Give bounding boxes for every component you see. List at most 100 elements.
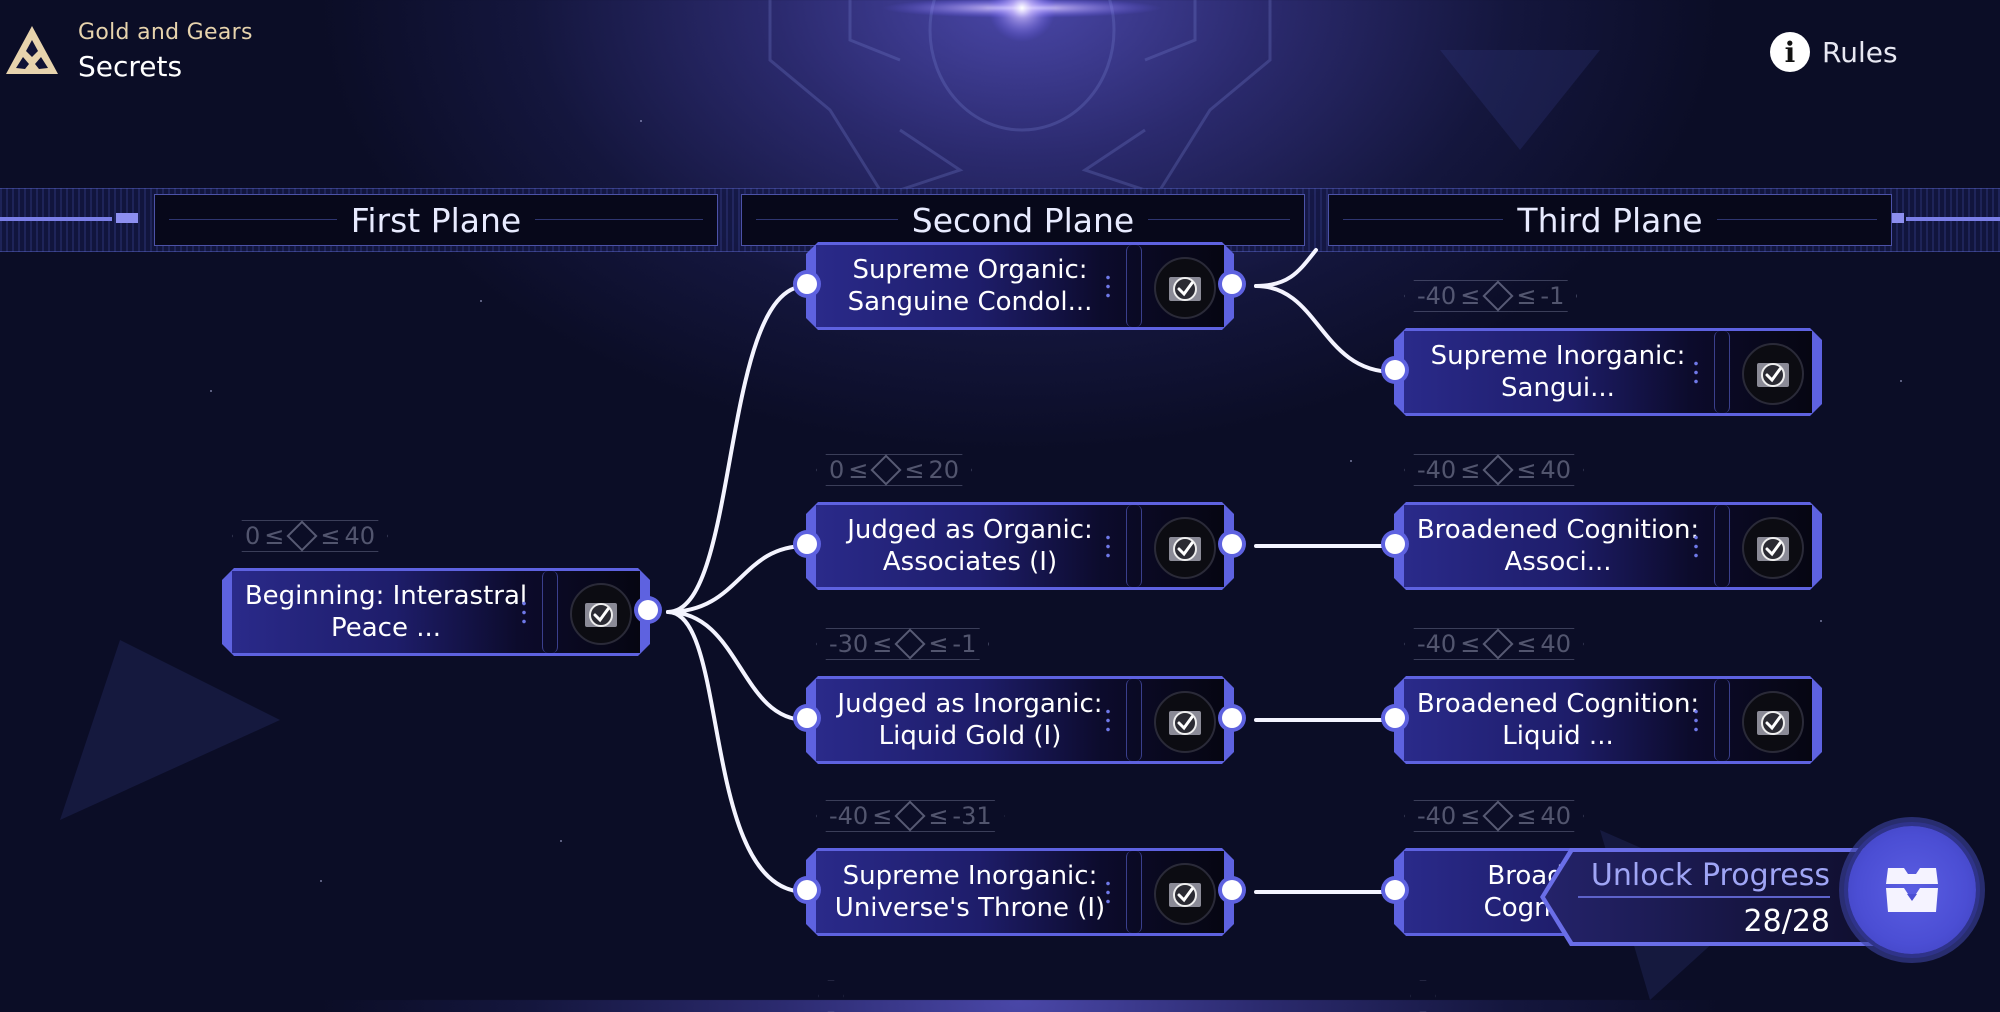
secret-node-broadened-liquid[interactable]: Broadened Cognition: Liquid ... [1385, 676, 1822, 764]
gem-icon [1483, 280, 1514, 311]
condition-symbol: ≤ [320, 522, 341, 550]
condition-max: 20 [928, 456, 960, 484]
node-body: Judged as Inorganic: Liquid Gold (I) [816, 679, 1224, 761]
more-dots-icon [1694, 359, 1698, 385]
claim-chest-button[interactable] [1848, 826, 1976, 954]
connector [666, 544, 808, 614]
band-left-nub [116, 213, 138, 223]
plane-header-first: First Plane [154, 194, 718, 246]
condition-symbol: ≤ [928, 802, 949, 830]
condition-max: -31 [952, 802, 992, 830]
input-port [797, 274, 817, 294]
plane-label: Third Plane [1503, 200, 1717, 240]
condition-symbol: ≤ [872, 802, 893, 830]
connector [666, 610, 808, 894]
condition-symbol: ≤ [1460, 282, 1481, 310]
node-divider [1126, 505, 1142, 587]
reward-claimed-button[interactable] [1154, 691, 1216, 753]
node-divider [1126, 851, 1142, 933]
secret-node-judged-organic[interactable]: Judged as Organic: Associates (I) [797, 502, 1242, 590]
more-dots-icon [1106, 273, 1110, 299]
progress-label: Unlock Progress [1590, 858, 1830, 893]
progress-divider [1578, 896, 1830, 898]
claimed-check-icon [1757, 537, 1789, 561]
info-icon: i [1770, 32, 1810, 72]
condition-min: -40 [1417, 630, 1457, 658]
reward-claimed-button[interactable] [1742, 343, 1804, 405]
reward-claimed-button[interactable] [1154, 257, 1216, 319]
node-title[interactable]: Beginning: Interastral Peace ... [238, 571, 534, 653]
reward-claimed-button[interactable] [1154, 863, 1216, 925]
node-frame: Broadened Cognition: Associ... [1394, 502, 1822, 590]
gem-icon [895, 628, 926, 659]
condition-symbol: ≤ [1460, 456, 1481, 484]
output-port [1222, 708, 1242, 728]
node-frame: Supreme Inorganic: Sangui... [1394, 328, 1822, 416]
node-divider [1714, 505, 1730, 587]
input-port [797, 880, 817, 900]
reward-claimed-button[interactable] [1154, 517, 1216, 579]
condition-max: 40 [1540, 802, 1571, 830]
condition-max: 40 [1540, 456, 1571, 484]
rules-button[interactable]: i Rules [1770, 32, 1898, 72]
output-port [1222, 274, 1242, 294]
connector [1254, 248, 1318, 288]
plane-header-second: Second Plane [741, 194, 1305, 246]
secret-node-judged-inorganic[interactable]: Judged as Inorganic: Liquid Gold (I) [797, 676, 1242, 764]
input-port [1385, 360, 1405, 380]
event-subtitle: Gold and Gears [78, 20, 253, 45]
node-title[interactable]: Broadened Cognition: Associ... [1410, 505, 1706, 587]
plane-label: First Plane [336, 200, 536, 240]
node-title[interactable]: Judged as Organic: Associates (I) [822, 505, 1118, 587]
node-body: Supreme Organic: Sanguine Condol... [816, 245, 1224, 327]
secret-node-supreme-organic[interactable]: Supreme Organic: Sanguine Condol... [797, 242, 1242, 330]
node-title[interactable]: Supreme Inorganic: Universe's Throne (I) [822, 851, 1118, 933]
gem-icon [1483, 800, 1514, 831]
condition-tag-partial [1410, 980, 1436, 1012]
reward-claimed-button[interactable] [1742, 517, 1804, 579]
node-body: Supreme Inorganic: Universe's Throne (I) [816, 851, 1224, 933]
condition-tag: -30 ≤ ≤ -1 [816, 628, 989, 660]
node-body: Supreme Inorganic: Sangui... [1404, 331, 1812, 413]
condition-symbol: ≤ [848, 456, 869, 484]
node-divider [1714, 679, 1730, 761]
node-divider [1714, 331, 1730, 413]
connector [1254, 284, 1396, 374]
condition-max: -1 [1540, 282, 1565, 310]
secret-node-broadened-associ[interactable]: Broadened Cognition: Associ... [1385, 502, 1822, 590]
node-divider [1126, 679, 1142, 761]
more-dots-icon [1694, 707, 1698, 733]
node-frame: Judged as Inorganic: Liquid Gold (I) [806, 676, 1234, 764]
connector [666, 610, 808, 722]
condition-tag: -40 ≤ ≤40 [1404, 628, 1584, 660]
condition-tag: -40 ≤ ≤ -31 [816, 800, 1005, 832]
node-body: Broadened Cognition: Associ... [1404, 505, 1812, 587]
node-title[interactable]: Judged as Inorganic: Liquid Gold (I) [822, 679, 1118, 761]
condition-max: 40 [344, 522, 376, 550]
gem-icon [287, 520, 318, 551]
condition-tag: 0 ≤ ≤40 [232, 520, 388, 552]
claimed-check-icon [1757, 363, 1789, 387]
node-title[interactable]: Broadened Cognition: Liquid ... [1410, 679, 1706, 761]
condition-symbol: ≤ [264, 522, 285, 550]
claimed-check-icon [1169, 883, 1201, 907]
node-divider [1126, 245, 1142, 327]
plane-header-third: Third Plane [1328, 194, 1892, 246]
secret-node-beginning[interactable]: Beginning: Interastral Peace ... [222, 568, 658, 656]
condition-min: -40 [1417, 802, 1457, 830]
claimed-check-icon [1757, 711, 1789, 735]
condition-symbol: ≤ [1516, 456, 1537, 484]
output-port [1222, 880, 1242, 900]
reward-claimed-button[interactable] [1742, 691, 1804, 753]
secret-node-supreme-inorganic-throne[interactable]: Supreme Inorganic: Universe's Throne (I) [797, 848, 1242, 936]
connector [666, 284, 808, 614]
band-left-line [0, 217, 112, 221]
condition-symbol: ≤ [928, 630, 949, 658]
node-title[interactable]: Supreme Organic: Sanguine Condol... [822, 245, 1118, 327]
input-port [797, 708, 817, 728]
reward-claimed-button[interactable] [570, 583, 632, 645]
node-title[interactable]: Supreme Inorganic: Sangui... [1410, 331, 1706, 413]
condition-tag-partial [818, 980, 844, 1012]
secret-node-supreme-inorganic-sangui[interactable]: Supreme Inorganic: Sangui... [1385, 328, 1822, 416]
condition-symbol: ≤ [904, 456, 925, 484]
